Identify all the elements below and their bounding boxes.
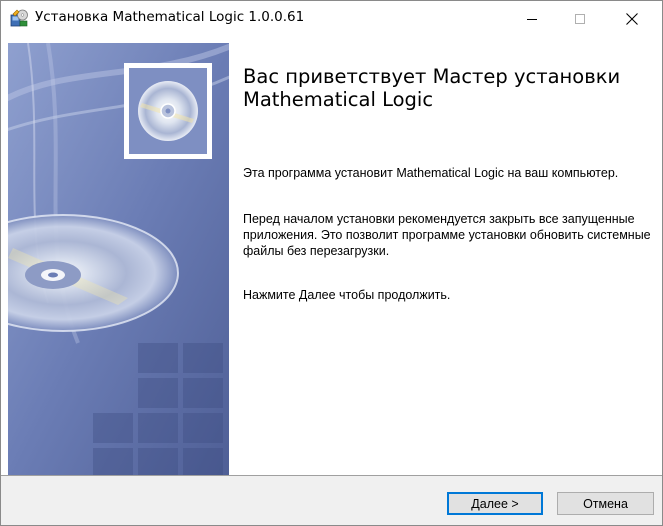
minimize-icon bbox=[527, 18, 537, 20]
maximize-button[interactable] bbox=[557, 1, 603, 36]
continue-instruction-text: Нажмите Далее чтобы продолжить. bbox=[243, 288, 451, 302]
cancel-button[interactable]: Отмена bbox=[557, 492, 654, 515]
recommendation-text: Перед началом установки рекомендуется за… bbox=[243, 212, 651, 258]
wizard-banner-image bbox=[8, 43, 229, 475]
window-title: Установка Mathematical Logic 1.0.0.61 bbox=[35, 9, 305, 25]
cd-artwork bbox=[8, 43, 229, 475]
maximize-icon bbox=[575, 13, 585, 24]
intro-text: Эта программа установит Mathematical Log… bbox=[243, 166, 619, 180]
minimize-button[interactable] bbox=[509, 1, 555, 36]
installer-icon bbox=[10, 9, 28, 27]
page-title: Вас приветствует Мастер установки Mathem… bbox=[243, 65, 621, 111]
next-button[interactable]: Далее > bbox=[447, 492, 543, 515]
next-button-label: Далее > bbox=[471, 496, 519, 511]
welcome-content: Вас приветствует Мастер установки Mathem… bbox=[229, 43, 662, 475]
cancel-button-label: Отмена bbox=[583, 496, 628, 511]
installer-window: Установка Mathematical Logic 1.0.0.61 Ва… bbox=[0, 0, 663, 526]
close-icon bbox=[626, 12, 638, 25]
title-bar[interactable]: Установка Mathematical Logic 1.0.0.61 bbox=[1, 1, 662, 36]
close-button[interactable] bbox=[609, 1, 655, 36]
